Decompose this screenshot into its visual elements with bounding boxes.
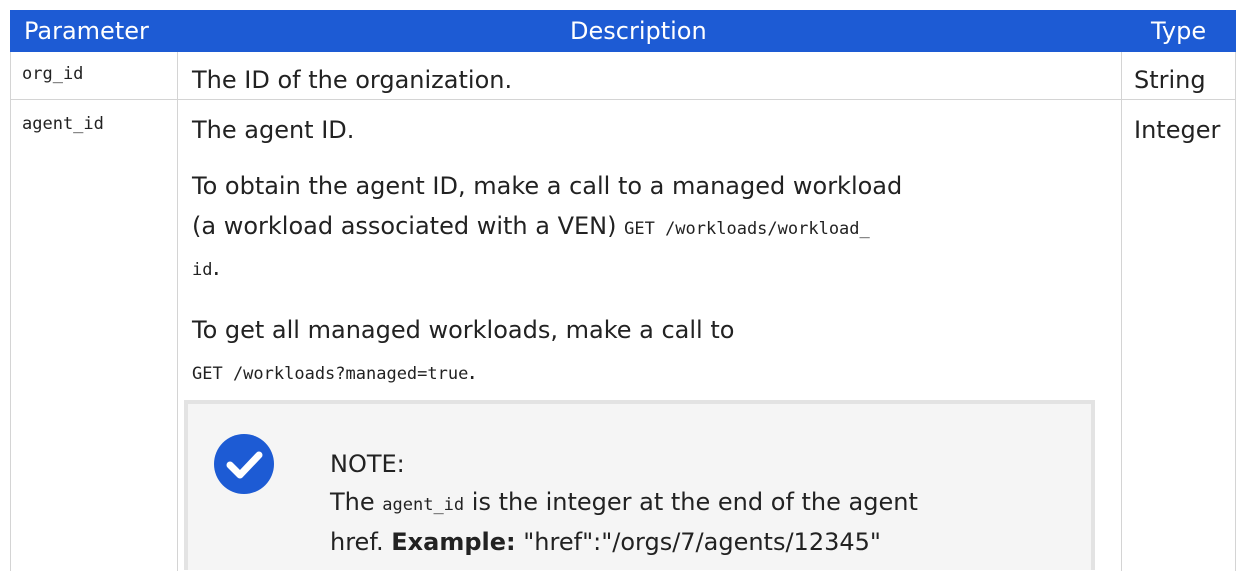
table-header: Parameter Description Type (10, 10, 1236, 52)
checkmark-circle-icon (214, 434, 274, 494)
obtain-code-cont: id (192, 260, 213, 280)
header-type: Type (1151, 17, 1207, 45)
note-code: agent_id (382, 495, 465, 515)
obtain-code: GET /workloads/workload_ (624, 219, 870, 239)
desc-agent-id-obtain-line1: To obtain the agent ID, make a call to a… (192, 172, 903, 200)
param-org-id: org_id (22, 64, 84, 84)
note-line1-prefix: The (330, 488, 383, 516)
param-agent-id: agent_id (22, 114, 104, 134)
desc-agent-id-all-line2: GET /workloads?managed=true. (192, 357, 476, 385)
table-border-left (10, 52, 11, 571)
note-example-value: "href":"/orgs/7/agents/12345" (515, 528, 881, 556)
obtain-text: (a workload associated with a VEN) (192, 212, 625, 240)
header-description: Description (570, 17, 707, 45)
desc-org-id: The ID of the organization. (192, 66, 513, 94)
desc-agent-id-obtain-line2: (a workload associated with a VEN) GET /… (192, 212, 870, 240)
note-line2-prefix: href. (330, 528, 392, 556)
desc-agent-id-obtain-line3: id. (192, 253, 220, 281)
note-example-label: Example: (391, 528, 516, 556)
all-code: GET /workloads?managed=true (192, 364, 469, 384)
desc-agent-id-all-line1: To get all managed workloads, make a cal… (192, 316, 735, 344)
column-divider-2 (1121, 52, 1122, 571)
desc-agent-id-line1: The agent ID. (192, 116, 355, 144)
note-line1-suffix: is the integer at the end of the agent (464, 488, 918, 516)
table-border-right (1235, 52, 1236, 571)
row-divider (10, 99, 1236, 100)
obtain-suffix: . (212, 253, 221, 281)
type-agent-id: Integer (1134, 116, 1221, 144)
note-title: NOTE: (330, 450, 405, 478)
column-divider-1 (177, 52, 178, 571)
header-parameter: Parameter (24, 17, 149, 45)
all-suffix: . (468, 357, 476, 385)
note-line2: href. Example: "href":"/orgs/7/agents/12… (330, 528, 881, 556)
type-org-id: String (1134, 66, 1206, 94)
note-line1: The agent_id is the integer at the end o… (330, 488, 918, 516)
